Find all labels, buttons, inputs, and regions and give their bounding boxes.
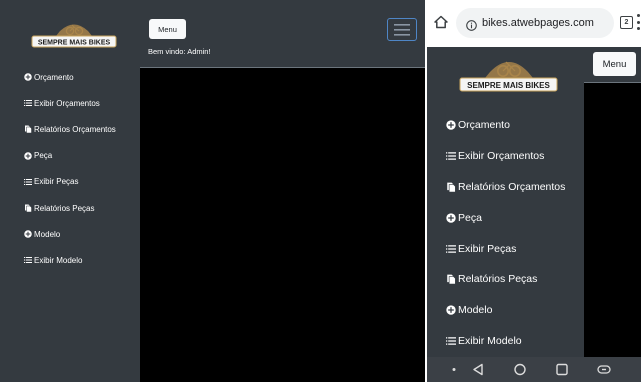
menu-button[interactable]: Menu bbox=[149, 19, 186, 39]
sidebar-item-exibir-pecas[interactable]: Exibir Peças bbox=[427, 233, 584, 264]
back-icon[interactable] bbox=[471, 363, 485, 376]
top-navbar: Menu Bem vindo: Admin! bbox=[140, 0, 425, 68]
browser-toolbar: bikes.atwebpages.com 2 bbox=[427, 0, 641, 47]
sidebar-item-peca[interactable]: Peça bbox=[0, 143, 140, 169]
sidebar-item-relatorios-orcamentos[interactable]: Relatórios Orçamentos bbox=[427, 172, 584, 203]
list-icon bbox=[24, 256, 32, 264]
sidebar-nav: Orçamento Exibir Orçamentos Relatórios O… bbox=[427, 110, 584, 356]
recents-icon[interactable] bbox=[555, 363, 569, 376]
welcome-text: Bem vindo: Admin! bbox=[148, 47, 211, 56]
home-button-icon[interactable] bbox=[513, 363, 527, 376]
home-icon[interactable] bbox=[434, 15, 448, 29]
menu-button[interactable]: Menu bbox=[593, 52, 636, 76]
sidebar: SEMPRE MAIS BIKES Orçamento Exibir Orçam… bbox=[0, 0, 140, 382]
sidebar-item-label: Relatórios Orçamentos bbox=[458, 180, 566, 193]
sidebar-item-label: Exibir Modelo bbox=[34, 255, 83, 265]
sidebar-item-modelo[interactable]: Modelo bbox=[427, 295, 584, 326]
sidebar-item-label: Orçamento bbox=[34, 72, 74, 82]
sidebar-item-exibir-orcamentos[interactable]: Exibir Orçamentos bbox=[0, 90, 140, 116]
plus-circle-icon bbox=[446, 305, 456, 315]
sidebar-item-label: Exibir Peças bbox=[458, 242, 517, 255]
plus-circle-icon bbox=[24, 73, 32, 81]
sidebar-item-exibir-modelo[interactable]: Exibir Modelo bbox=[427, 326, 584, 357]
sidebar-item-orcamento[interactable]: Orçamento bbox=[427, 110, 584, 141]
list-icon bbox=[446, 244, 456, 254]
list-icon bbox=[24, 178, 32, 186]
more-vert-icon[interactable] bbox=[637, 14, 640, 30]
plus-circle-icon bbox=[24, 151, 32, 160]
address-bar[interactable]: bikes.atwebpages.com bbox=[456, 8, 614, 38]
sidebar-item-exibir-orcamentos[interactable]: Exibir Orçamentos bbox=[427, 141, 584, 172]
sidebar-nav: Orçamento Exibir Orçamentos Relatórios O… bbox=[0, 64, 140, 274]
sidebar-item-label: Peça bbox=[458, 211, 482, 224]
android-nav-bar bbox=[427, 357, 641, 382]
sidebar-item-label: Exibir Orçamentos bbox=[458, 150, 545, 163]
tab-count-button[interactable]: 2 bbox=[620, 16, 633, 29]
logo-text: SEMPRE MAIS BIKES bbox=[467, 81, 550, 90]
copy-icon bbox=[24, 125, 32, 134]
sidebar-item-label: Relatórios Orçamentos bbox=[34, 124, 116, 134]
sidebar-item-exibir-pecas[interactable]: Exibir Peças bbox=[0, 169, 140, 195]
plus-circle-icon bbox=[446, 213, 456, 223]
copy-icon bbox=[446, 182, 456, 193]
sidebar-item-label: Modelo bbox=[34, 229, 61, 239]
sidebar-item-label: Relatórios Peças bbox=[34, 203, 95, 213]
sidebar-item-label: Orçamento bbox=[458, 119, 510, 132]
sidebar-item-relatorios-pecas[interactable]: Relatórios Peças bbox=[0, 195, 140, 221]
desktop-view: SEMPRE MAIS BIKES Orçamento Exibir Orçam… bbox=[0, 0, 425, 382]
sidebar-item-label: Peça bbox=[34, 151, 53, 161]
plus-circle-icon bbox=[24, 230, 32, 238]
sidebar-item-label: Exibir Orçamentos bbox=[34, 98, 100, 108]
sidebar-item-relatorios-orcamentos[interactable]: Relatórios Orçamentos bbox=[0, 116, 140, 142]
sidebar-item-peca[interactable]: Peça bbox=[427, 202, 584, 233]
mobile-view: bikes.atwebpages.com 2 Menu SEMPRE MAIS … bbox=[425, 0, 641, 382]
logo[interactable]: SEMPRE MAIS BIKES bbox=[30, 24, 118, 50]
logo[interactable]: SEMPRE MAIS BIKES bbox=[457, 58, 560, 96]
hamburger-icon[interactable] bbox=[387, 18, 417, 41]
sidebar-item-modelo[interactable]: Modelo bbox=[0, 221, 140, 247]
sidebar-item-label: Modelo bbox=[458, 304, 493, 317]
sidebar-item-exibir-modelo[interactable]: Exibir Modelo bbox=[0, 247, 140, 273]
copy-icon bbox=[446, 274, 456, 285]
info-icon[interactable] bbox=[466, 18, 477, 31]
sidebar-item-label: Exibir Peças bbox=[34, 177, 79, 187]
list-icon bbox=[446, 336, 456, 346]
sidebar-item-label: Relatórios Peças bbox=[458, 273, 538, 286]
url-text: bikes.atwebpages.com bbox=[482, 17, 594, 29]
list-icon bbox=[446, 151, 456, 161]
sidebar-item-orcamento[interactable]: Orçamento bbox=[0, 64, 140, 90]
dot-icon[interactable] bbox=[447, 363, 461, 376]
link-icon[interactable] bbox=[597, 363, 611, 376]
copy-icon bbox=[24, 204, 32, 213]
plus-circle-icon bbox=[446, 120, 456, 131]
sidebar-item-relatorios-pecas[interactable]: Relatórios Peças bbox=[427, 264, 584, 295]
logo-text: SEMPRE MAIS BIKES bbox=[38, 40, 111, 47]
sidebar-item-label: Exibir Modelo bbox=[458, 334, 522, 347]
list-icon bbox=[24, 99, 32, 107]
